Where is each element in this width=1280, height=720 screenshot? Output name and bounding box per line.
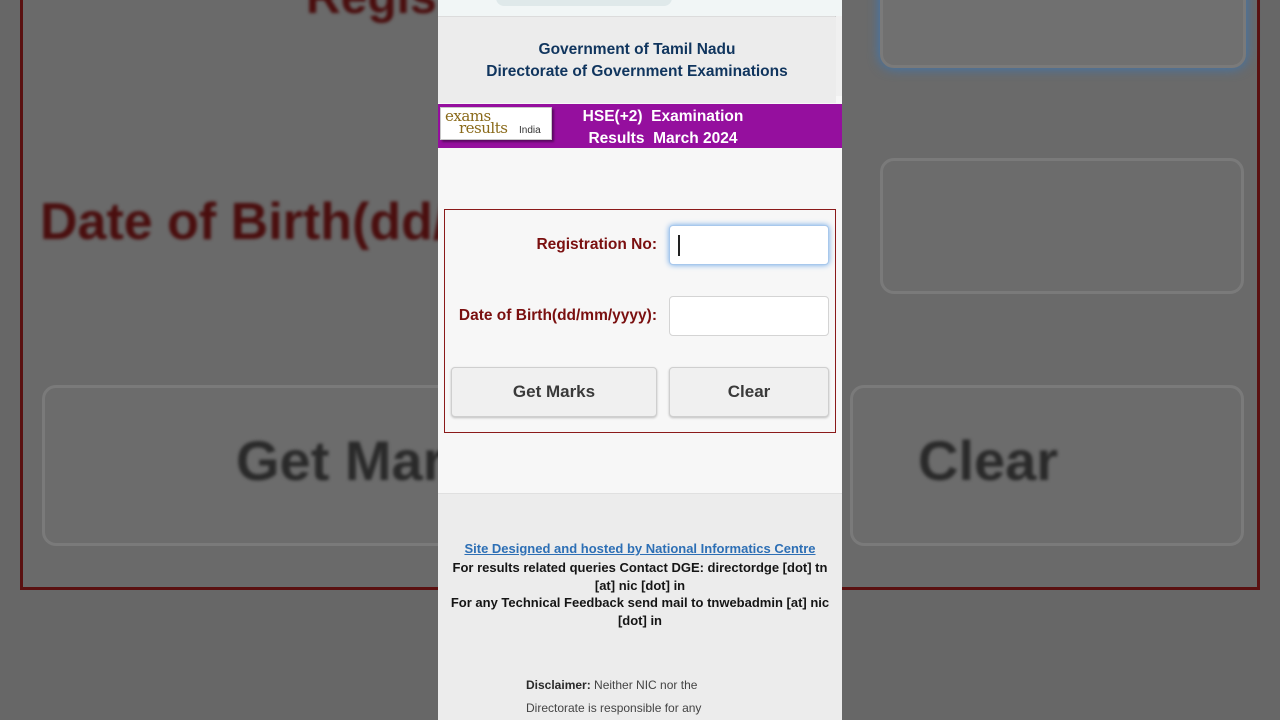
bg-dob-text: Date of Birth(dd/ [40,193,448,251]
bg-dob-field [880,158,1244,294]
get-marks-button[interactable]: Get Marks [451,367,657,417]
header-line-1: Government of Tamil Nadu [538,41,736,58]
top-strip [438,0,842,17]
nic-link[interactable]: Site Designed and hosted by National Inf… [438,541,842,556]
dob-label: Date of Birth(dd/mm/yyyy): [458,307,657,324]
disclaimer-label: Disclaimer: [526,678,591,692]
text-caret [678,235,680,256]
bg-registration-field [880,0,1246,68]
disclaimer: Disclaimer: Neither NIC nor the Director… [526,674,726,720]
contact-text: For results related queries Contact DGE:… [452,560,828,593]
logo-word-results: results [459,119,508,137]
address-bar-pill[interactable] [496,0,672,6]
footer: Site Designed and hosted by National Inf… [438,493,842,720]
scrollbar[interactable] [835,16,842,96]
bg-registration-text: Regis [306,0,437,25]
feedback-text: For any Technical Feedback send mail to … [450,595,830,628]
dob-input[interactable] [669,296,829,336]
clear-button[interactable]: Clear [669,367,829,417]
registration-label: Registration No: [536,236,657,253]
phone-screen: Government of Tamil Nadu Directorate of … [438,0,842,720]
header-line-2: Directorate of Government Examinations [486,63,788,80]
bg-get-marks-text: Get Mar [236,429,445,492]
government-header: Government of Tamil Nadu Directorate of … [438,17,836,103]
results-banner: exams results India HSE(+2) Examination … [438,104,842,148]
results-form: Registration No: Date of Birth(dd/mm/yyy… [444,209,836,433]
banner-title: HSE(+2) Examination Results March 2024 [582,108,744,147]
registration-input[interactable] [669,225,829,265]
logo-word-india: India [519,125,541,136]
exams-results-logo[interactable]: exams results India [440,107,552,140]
bg-clear-text: Clear [918,429,1059,492]
